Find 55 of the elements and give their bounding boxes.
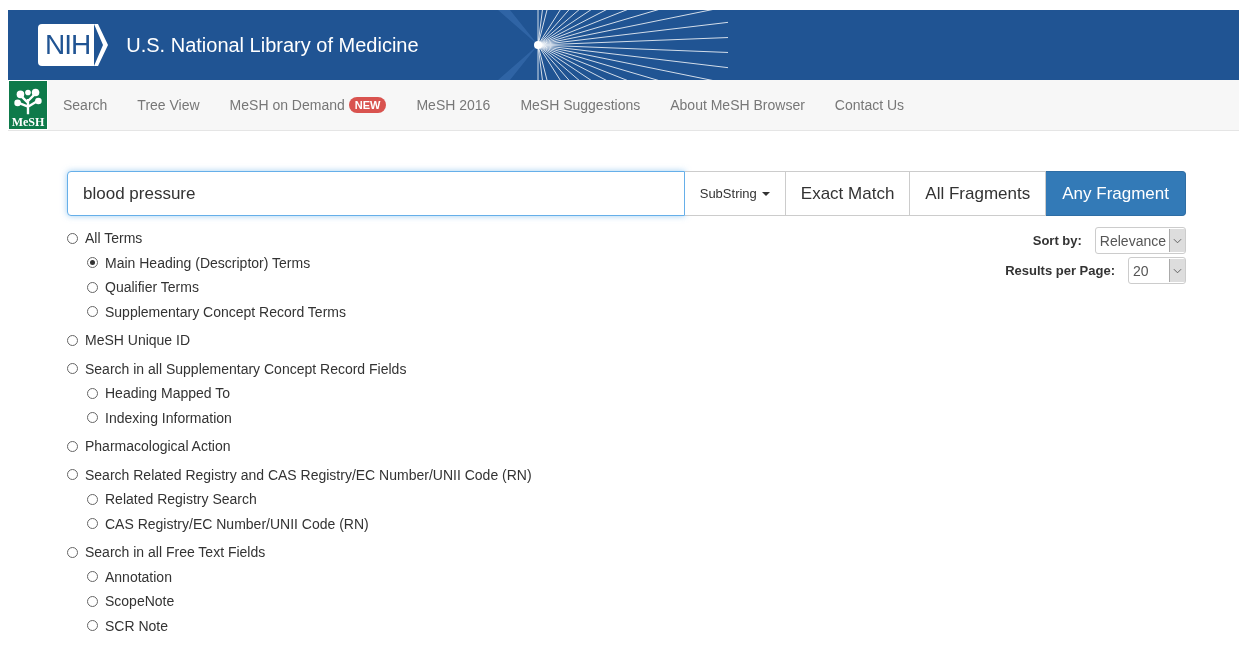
radio-option[interactable]: Search in all Free Text Fields [67,540,532,565]
radio-option[interactable]: All Terms [67,226,532,251]
search-mode-button[interactable]: All Fragments [910,171,1047,216]
results-per-page-select[interactable]: 20 [1128,257,1186,284]
radio-option[interactable]: Qualifier Terms [87,275,532,300]
radio-button[interactable] [87,306,98,318]
radio-button[interactable] [67,363,78,375]
site-title: U.S. National Library of Medicine [126,33,419,57]
radio-option[interactable]: Main Heading (Descriptor) Terms [87,250,532,275]
radio-button[interactable] [67,440,78,452]
radio-option[interactable]: Pharmacological Action [67,434,532,459]
radio-button[interactable] [87,493,98,505]
radio-option[interactable]: ScopeNote [87,589,532,614]
radio-button[interactable] [87,257,98,269]
radio-button[interactable] [67,334,78,346]
tree-icon [11,87,45,115]
radio-option[interactable]: Search Related Registry and CAS Registry/EC Number/UNII Code (RN) [67,462,532,487]
radio-option[interactable]: Annotation [87,564,532,589]
chevron-down-icon [1169,259,1185,282]
radio-button[interactable] [87,281,98,293]
nav-link[interactable]: MeSH 2016 [401,80,506,130]
radio-option[interactable]: MeSH Unique ID [67,328,532,353]
results-per-page-label: Results per Page: [1005,263,1115,278]
radio-button[interactable] [67,469,78,481]
nav-link[interactable]: Contact Us [819,80,920,130]
radio-option[interactable]: CAS Registry/EC Number/UNII Code (RN) [87,511,532,536]
mesh-logo[interactable]: MeSH [8,80,48,130]
radio-option[interactable]: Search in all Supplementary Concept Record Fields [67,356,532,381]
nav-link[interactable]: Tree View [122,80,215,130]
radio-button[interactable] [87,620,98,632]
radio-option[interactable]: Indexing Information [87,405,532,430]
radio-button[interactable] [87,412,98,424]
radio-button[interactable] [87,595,98,607]
nav-link[interactable]: MeSH on Demand [214,80,349,130]
new-badge: NEW [348,97,387,113]
radio-button[interactable] [67,546,78,558]
radio-option[interactable]: Supplementary Concept Record Terms [87,299,532,324]
radio-button[interactable] [87,518,98,530]
search-mode-button[interactable]: Any Fragment [1046,171,1186,216]
search-mode-button[interactable]: Exact Match [785,171,911,216]
radio-option[interactable]: Heading Mapped To [87,381,532,406]
radio-option[interactable]: SCR Note [87,613,532,638]
caret-icon [761,191,770,196]
nav-link[interactable]: MeSH Suggestions [505,80,656,130]
substring-dropdown[interactable]: SubString [684,171,786,216]
nav-link[interactable]: Search [48,80,123,130]
radio-button[interactable] [87,571,98,583]
chevron-down-icon [1169,229,1185,252]
nav-link[interactable]: About MeSH Browser [655,80,820,130]
search-field[interactable]: blood pressure [67,171,685,216]
radio-option[interactable]: Related Registry Search [87,487,532,512]
radio-button[interactable] [67,232,78,244]
radio-button[interactable] [87,387,98,399]
sort-label: Sort by: [1032,233,1082,248]
sort-select[interactable]: Relevance [1094,227,1186,254]
